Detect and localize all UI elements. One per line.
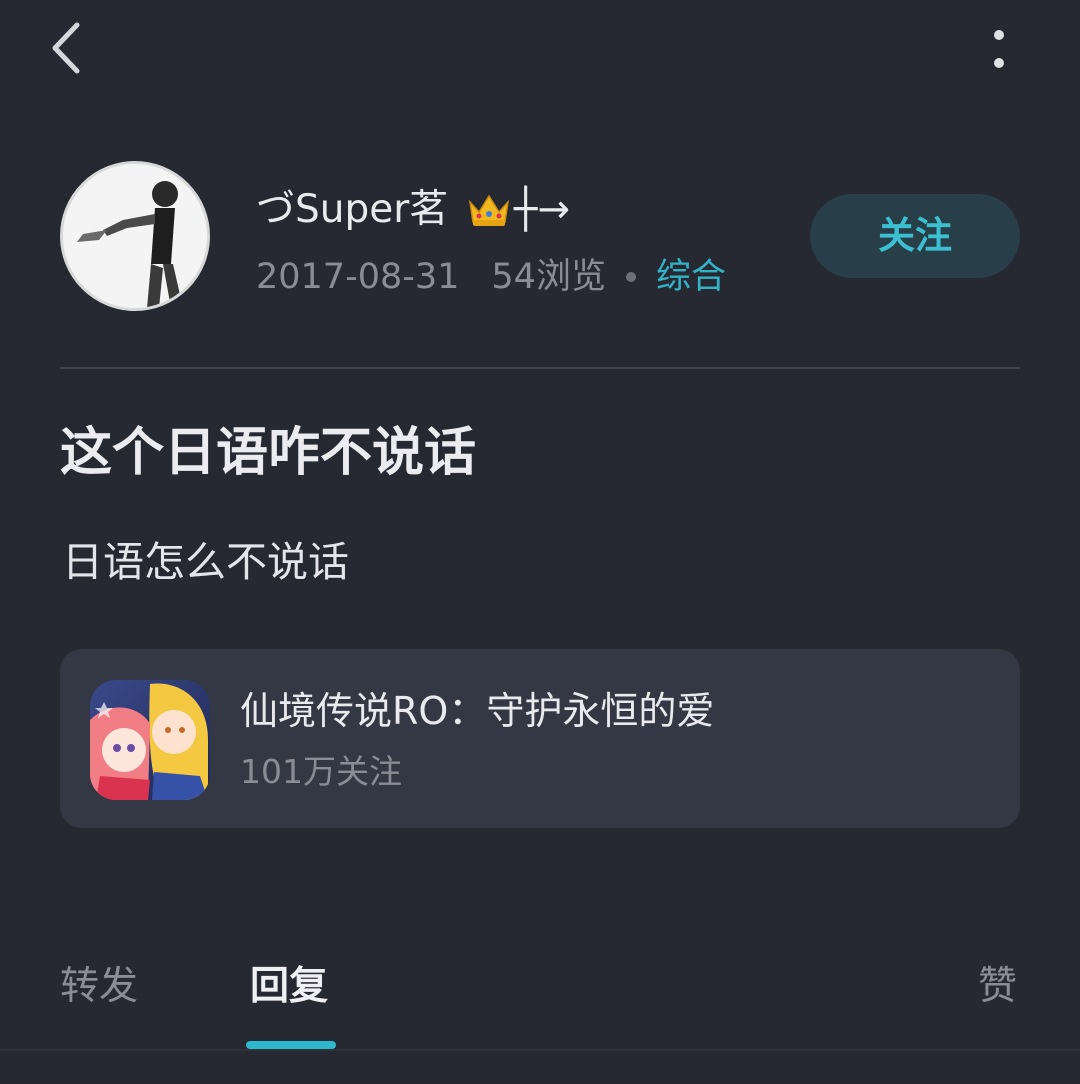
game-icon: [90, 680, 210, 800]
follow-button[interactable]: 关注: [810, 194, 1020, 278]
author-name-text: づSuper茗: [256, 187, 449, 232]
active-tab-indicator: [246, 1041, 336, 1049]
author-name[interactable]: づSuper茗: [256, 184, 448, 236]
tab-reply[interactable]: 回复: [250, 960, 328, 1014]
avatar[interactable]: [60, 161, 210, 311]
post-title: 这个日语咋不说话: [60, 423, 477, 483]
game-followers: 101万关注: [240, 752, 402, 791]
post-date: 2017-08-31: [256, 257, 460, 297]
post-category-link[interactable]: 综合: [656, 252, 726, 302]
game-name: 仙境传说RO：守护永恒的爱: [240, 689, 715, 733]
back-button[interactable]: [36, 18, 96, 82]
post-views: 54浏览: [491, 257, 606, 297]
crown-icon: [466, 192, 512, 232]
game-card[interactable]: 仙境传说RO：守护永恒的爱 101万关注: [60, 649, 1020, 828]
more-vertical-icon: [992, 29, 1006, 73]
post-meta: 2017-08-31 54浏览 综合: [256, 252, 726, 302]
post-detail-page: づSuper茗 ┼→ 2017-08-31 54浏览 综合 关注 这个日语咋不说…: [0, 0, 1080, 1084]
tabs-divider: [0, 1049, 1080, 1051]
chevron-left-icon: [49, 21, 83, 79]
meta-separator-dot: [625, 272, 636, 282]
author-name-suffix: ┼→: [514, 187, 571, 232]
tab-like[interactable]: 赞: [978, 960, 1017, 1014]
more-options-button[interactable]: [970, 22, 1028, 80]
post-body: 日语怎么不说话: [62, 538, 349, 586]
tab-forward[interactable]: 转发: [60, 960, 138, 1014]
header-divider: [60, 367, 1020, 369]
